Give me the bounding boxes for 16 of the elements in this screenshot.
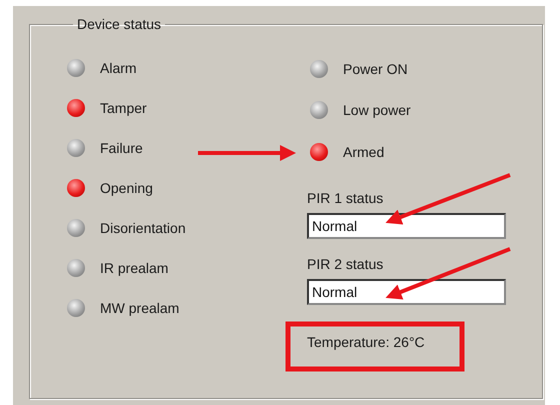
status-field[interactable]: Normal (307, 212, 506, 238)
indicator-label: Alarm (100, 60, 137, 76)
indicator-label: MW prealam (100, 300, 180, 316)
status-field[interactable]: Normal (307, 278, 506, 304)
indicator-label: Tamper (100, 100, 147, 116)
indicator-label: Opening (100, 180, 153, 196)
indicator-label: Failure (100, 140, 143, 156)
group-title: Device status (76, 16, 162, 32)
indicator-label: Armed (343, 144, 384, 160)
indicator-label: IR prealam (100, 260, 168, 276)
indicator-label: Low power (343, 102, 411, 118)
indicator-label: Disorientation (100, 220, 186, 236)
field-label: PIR 2 status (307, 254, 384, 272)
indicator-label: Power ON (343, 60, 408, 77)
temperature-reading: Temperature: 26°C (307, 332, 426, 352)
field-label: PIR 1 status (307, 188, 384, 206)
